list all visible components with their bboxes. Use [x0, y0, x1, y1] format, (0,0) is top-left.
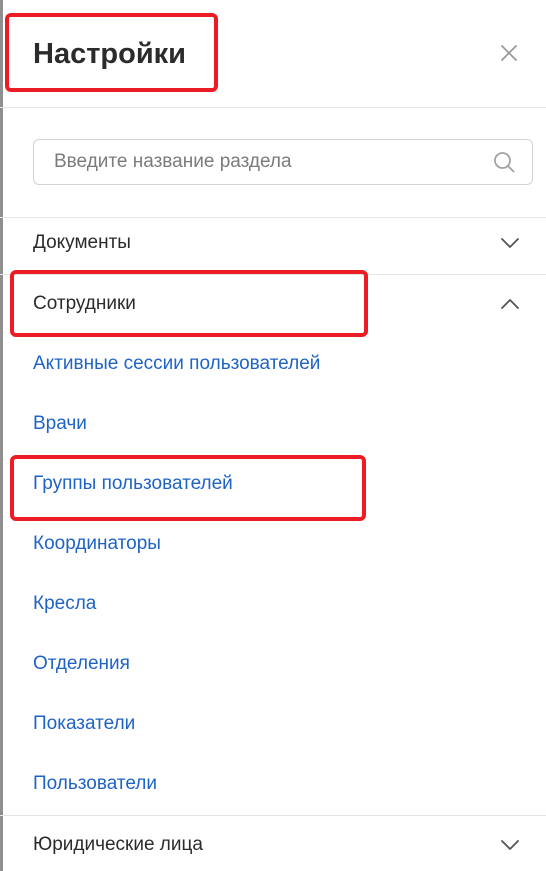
search-section — [0, 108, 546, 218]
close-icon — [501, 45, 517, 61]
sidebar-item-users[interactable]: Пользователи — [33, 773, 157, 795]
panel-header: Настройки — [0, 0, 546, 108]
section-documents[interactable]: Документы — [0, 218, 546, 275]
chevron-down-icon[interactable] — [499, 834, 521, 856]
page-title: Настройки — [33, 38, 187, 70]
sidebar-item-chairs[interactable]: Кресла — [33, 593, 96, 615]
section-label-employees: Сотрудники — [33, 293, 136, 314]
sidebar-item-active-sessions[interactable]: Активные сессии пользователей — [33, 353, 320, 375]
section-label-legal-entities: Юридические лица — [33, 834, 203, 855]
settings-panel: Настройки Документы Сотрудники — [0, 0, 546, 871]
chevron-up-icon[interactable] — [499, 293, 521, 315]
sidebar-item-doctors[interactable]: Врачи — [33, 413, 87, 435]
section-label-documents: Документы — [33, 232, 131, 253]
chevron-down-icon[interactable] — [499, 232, 521, 254]
sidebar-item-departments[interactable]: Отделения — [33, 653, 130, 675]
sidebar-item-coordinators[interactable]: Координаторы — [33, 533, 161, 555]
sidebar-item-user-groups[interactable]: Группы пользователей — [33, 473, 233, 495]
section-legal-entities[interactable]: Юридические лица — [0, 815, 546, 871]
search-input[interactable] — [54, 140, 484, 184]
search-box — [33, 139, 533, 185]
close-button[interactable] — [497, 41, 521, 65]
section-employees[interactable]: Сотрудники — [0, 275, 546, 335]
sidebar-item-indicators[interactable]: Показатели — [33, 713, 135, 735]
search-icon[interactable] — [492, 150, 516, 174]
